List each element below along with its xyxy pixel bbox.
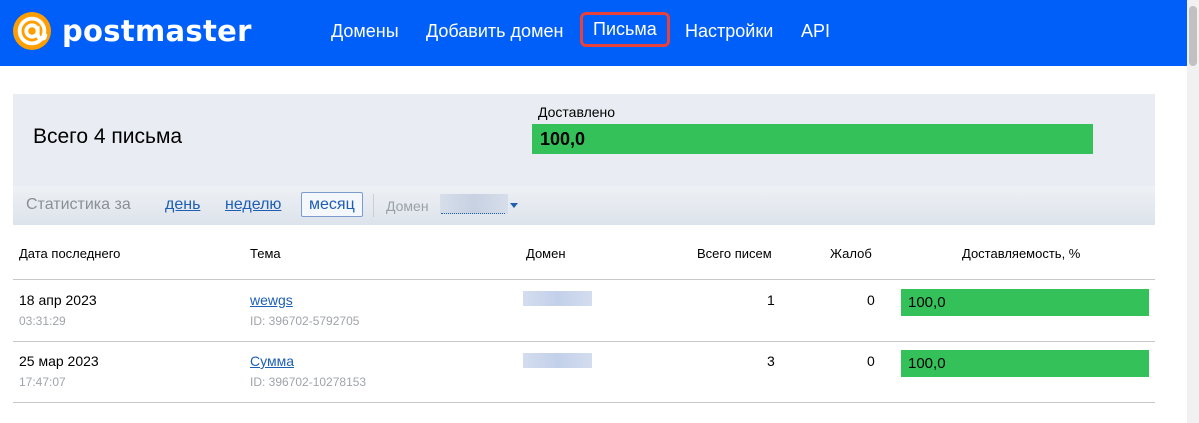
column-header-deliverability: Доставляемость, % (962, 246, 1081, 261)
table-divider (13, 402, 1155, 403)
row-domain-redacted (523, 291, 592, 306)
at-sign-logo-icon (13, 12, 51, 50)
row-domain-redacted (523, 353, 592, 368)
row-complaints: 0 (867, 292, 875, 308)
row-deliverability-bar: 100,0 (901, 350, 1149, 377)
divider (373, 194, 374, 217)
row-total: 3 (767, 353, 775, 369)
row-date: 18 апр 2023 (19, 292, 97, 308)
domain-filter-label: Домен (386, 198, 429, 214)
nav-settings[interactable]: Настройки (685, 20, 773, 42)
total-letters-count: Всего 4 письма (33, 125, 183, 148)
row-subject-link[interactable]: wewgs (250, 292, 293, 308)
row-subject-link[interactable]: Сумма (250, 353, 294, 369)
nav-domains[interactable]: Домены (331, 20, 399, 42)
period-filter-bar: Статистика за день неделю месяц Домен (13, 186, 1155, 225)
summary-panel: Всего 4 письма Доставлено 100,0 (13, 94, 1155, 186)
row-complaints: 0 (867, 353, 875, 369)
nav-letters[interactable]: Письма (580, 12, 670, 47)
row-id: ID: 396702-10278153 (250, 375, 367, 389)
nav-add-domain[interactable]: Добавить домен (426, 20, 563, 42)
domain-select-value[interactable] (440, 194, 508, 214)
row-deliverability-value: 100,0 (908, 294, 946, 311)
table-divider (13, 279, 1155, 280)
column-header-complaints: Жалоб (830, 246, 872, 261)
delivered-progress-bar: 100,0 (532, 124, 1093, 154)
column-header-last-date: Дата последнего (19, 246, 121, 261)
column-header-domain: Домен (526, 246, 566, 261)
row-time: 03:31:29 (19, 314, 66, 328)
period-day-link[interactable]: день (165, 196, 200, 214)
row-deliverability-bar: 100,0 (901, 289, 1149, 316)
row-id: ID: 396702-5792705 (250, 314, 360, 328)
delivered-label: Доставлено (538, 104, 616, 120)
column-header-total: Всего писем (697, 246, 772, 261)
postmaster-logo[interactable]: postmaster (13, 11, 252, 51)
row-date: 25 мар 2023 (19, 353, 99, 369)
chevron-down-icon[interactable] (510, 203, 518, 208)
row-time: 17:47:07 (19, 375, 66, 389)
nav-api[interactable]: API (801, 20, 830, 42)
period-month-button[interactable]: месяц (301, 192, 363, 217)
domain-select-underline (441, 213, 505, 214)
row-total: 1 (767, 292, 775, 308)
logo-text: postmaster (62, 14, 252, 48)
top-navigation-bar: postmaster Домены Добавить домен Письма … (0, 0, 1187, 66)
table-divider (13, 341, 1155, 342)
period-week-link[interactable]: неделю (225, 196, 281, 214)
period-label: Статистика за (26, 196, 131, 213)
row-deliverability-value: 100,0 (908, 355, 946, 372)
delivered-value: 100,0 (540, 129, 586, 149)
column-header-subject: Тема (250, 246, 281, 261)
scrollbar-thumb[interactable] (1189, 6, 1197, 66)
